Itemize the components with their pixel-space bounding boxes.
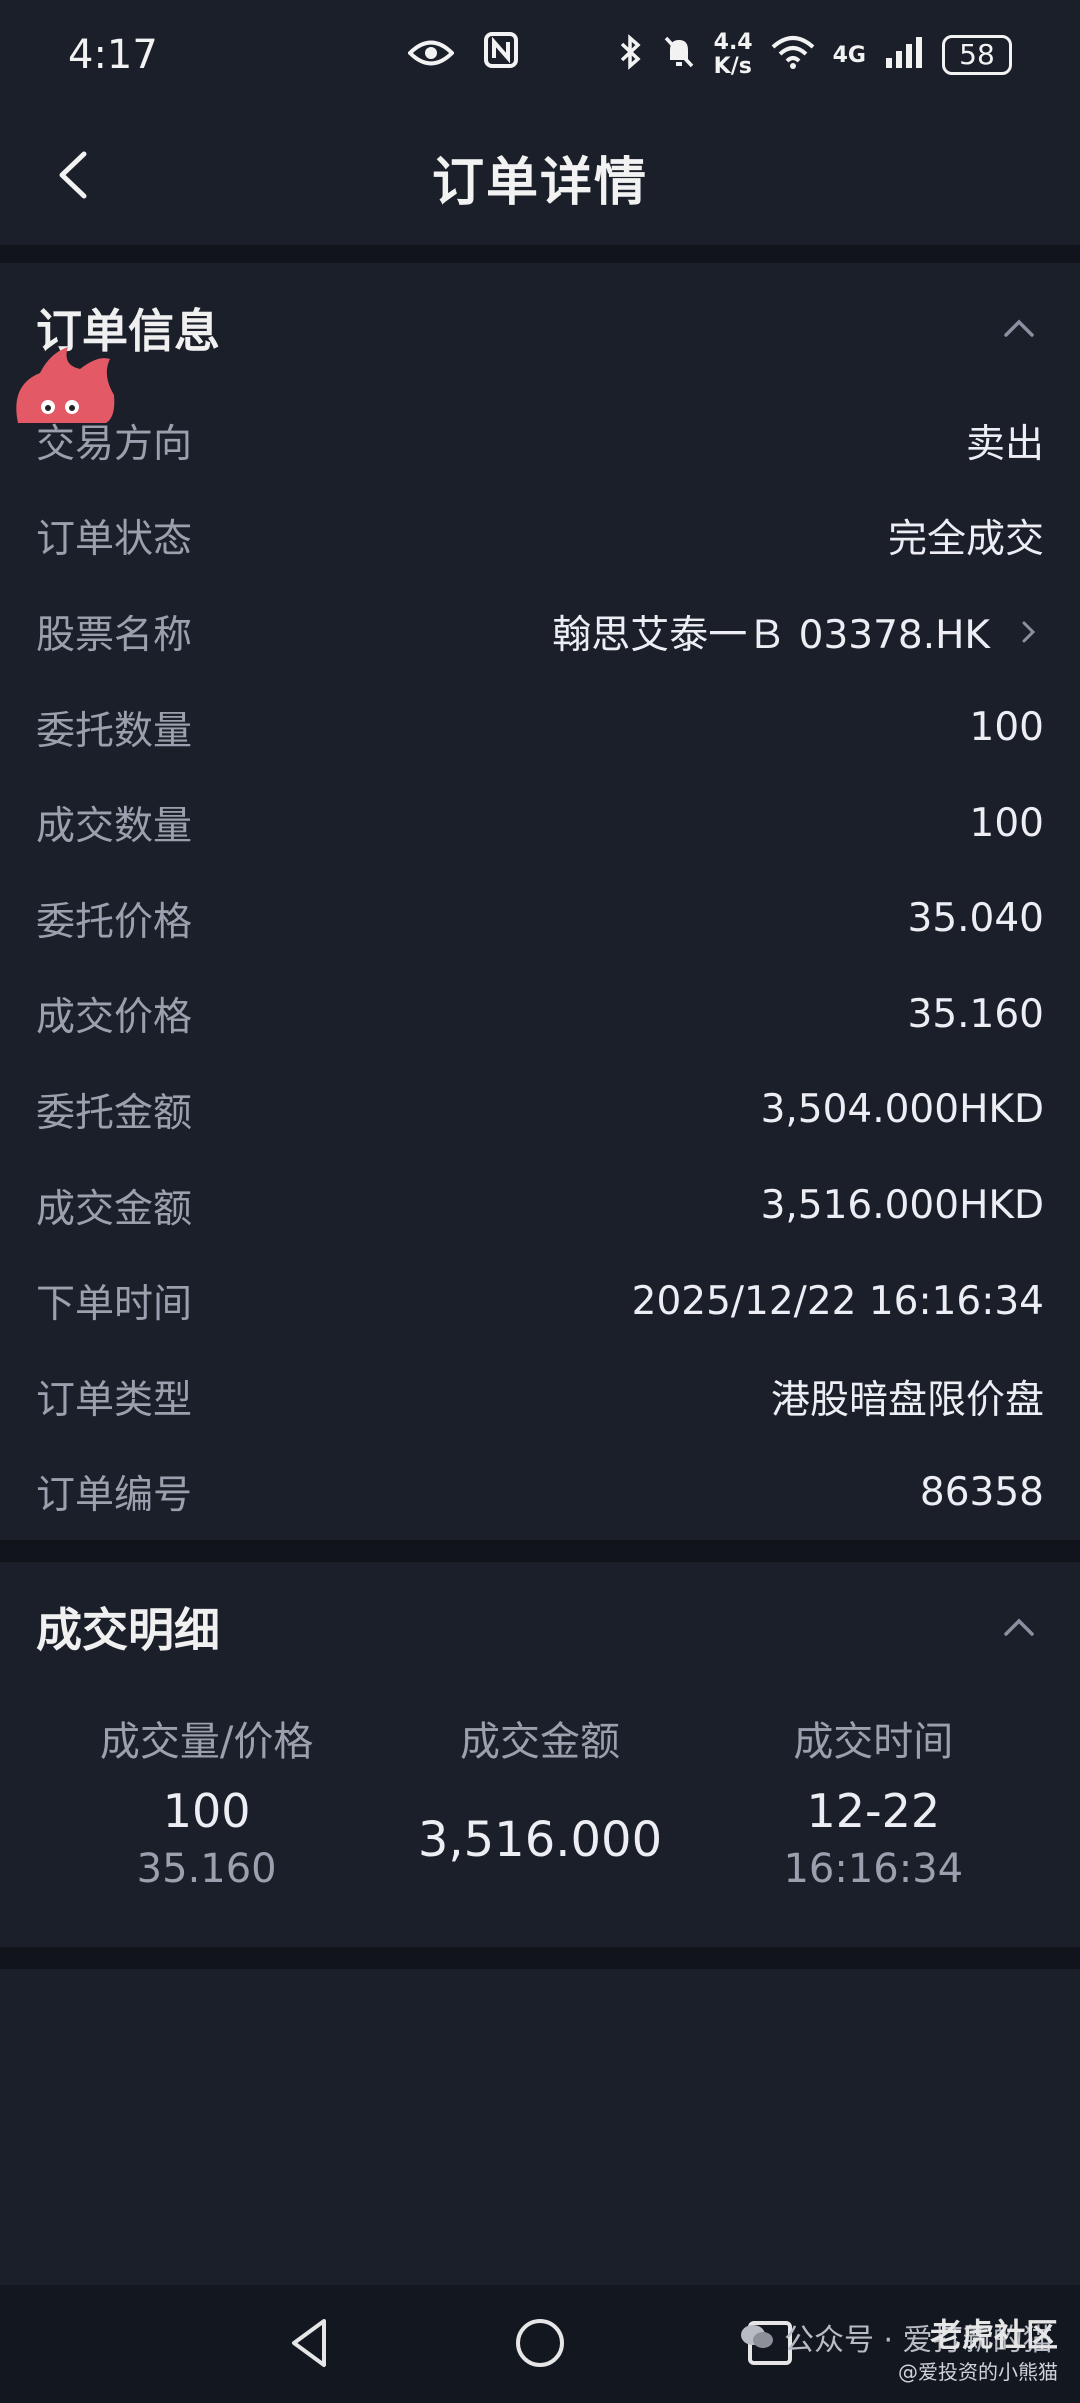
brand-name: 老虎社区: [929, 2316, 1058, 2354]
column-header: 成交时间: [793, 1719, 954, 1765]
divider: [0, 1540, 1080, 1562]
fill-date: 12-22: [806, 1784, 941, 1838]
row-filled-quantity: 成交数量 100: [36, 800, 1044, 850]
chevron-right-icon: [1022, 621, 1036, 643]
row-order-time: 下单时间 2025/12/22 16:16:34: [36, 1278, 1044, 1328]
row-order-status: 订单状态 完全成交: [36, 517, 1044, 563]
status-right-icons: 4.4 K/s 4G 58: [618, 31, 1012, 79]
row-trade-direction: 交易方向 卖出: [36, 421, 1044, 467]
row-filled-price: 成交价格 35.160: [36, 991, 1044, 1041]
order-info-list: 交易方向 卖出 订单状态 完全成交 股票名称 翰思艾泰一Ｂ 03378.HK 委托数量…: [0, 393, 1080, 1540]
signal-icon: [884, 36, 924, 75]
row-order-price: 委托价格 35.040: [36, 896, 1044, 945]
fill-details-card: 成交明细 成交量/价格 100 35.160 成交金额 3,516.000 成交…: [0, 1562, 1080, 1947]
row-order-amount: 委托金额 3,504.000HKD: [36, 1087, 1044, 1136]
column-header: 成交金额: [459, 1719, 620, 1765]
brand-watermark: 老虎社区 @爱投资的小熊猫: [898, 2310, 1058, 2385]
battery-indicator: 58: [942, 35, 1012, 75]
back-button[interactable]: [40, 140, 110, 210]
row-order-quantity: 委托数量 100: [36, 705, 1044, 754]
net-speed: 4.4 K/s: [713, 30, 753, 79]
bluetooth-icon: [618, 33, 644, 77]
chevron-left-icon: [59, 151, 87, 199]
chevron-up-icon[interactable]: [994, 303, 1044, 353]
row-order-type: 订单类型 港股暗盘限价盘: [36, 1377, 1044, 1423]
status-bar: 4:17 4.4 K/s 4G 58: [0, 0, 1080, 110]
divider: [0, 1947, 1080, 1969]
fill-col-qty-price: 成交量/价格 100 35.160: [40, 1702, 373, 1898]
fill-col-time: 成交时间 12-22 16:16:34: [707, 1702, 1040, 1898]
fill-price: 35.160: [136, 1846, 277, 1892]
fill-details-header[interactable]: 成交明细: [0, 1562, 1080, 1692]
status-time: 4:17: [68, 32, 158, 78]
fill-amount: 3,516.000: [417, 1812, 663, 1868]
wifi-icon: [771, 35, 815, 76]
divider: [0, 245, 1080, 263]
eye-icon: [406, 32, 455, 78]
section-title: 成交明细: [36, 1603, 220, 1657]
column-header: 成交量/价格: [99, 1719, 314, 1765]
fill-time: 16:16:34: [783, 1846, 964, 1892]
chevron-up-icon[interactable]: [994, 1602, 1044, 1652]
brand-handle: @爱投资的小熊猫: [898, 2360, 1058, 2384]
home-circle-icon[interactable]: [510, 2313, 570, 2373]
navigation-bar: 订单详情: [0, 110, 1080, 245]
order-info-header[interactable]: 订单信息: [0, 263, 1080, 393]
flame-sticker-icon: [16, 347, 115, 423]
status-mid-icons: [406, 32, 518, 78]
fill-qty: 100: [162, 1784, 251, 1838]
page-title: 订单详情: [431, 153, 648, 213]
fill-col-amount: 成交金额 3,516.000: [373, 1702, 706, 1898]
back-triangle-icon[interactable]: [280, 2313, 340, 2373]
bell-muted-icon: [662, 34, 696, 77]
wechat-icon: [741, 2325, 773, 2348]
order-info-card: 订单信息 交易方向 卖出 订单状态 完全成交 股票名称 翰思艾泰一Ｂ 03378.HK…: [0, 263, 1080, 1540]
stock-name-value: 翰思艾泰一Ｂ 03378.HK: [552, 612, 990, 658]
nfc-icon: [483, 32, 518, 78]
fill-table: 成交量/价格 100 35.160 成交金额 3,516.000 成交时间 12…: [0, 1702, 1080, 1898]
signal-label: 4G: [832, 42, 866, 68]
row-filled-amount: 成交金额 3,516.000HKD: [36, 1183, 1044, 1232]
row-stock-name[interactable]: 股票名称 翰思艾泰一Ｂ 03378.HK: [0, 584, 1080, 680]
row-order-number: 订单编号 86358: [36, 1469, 1044, 1519]
